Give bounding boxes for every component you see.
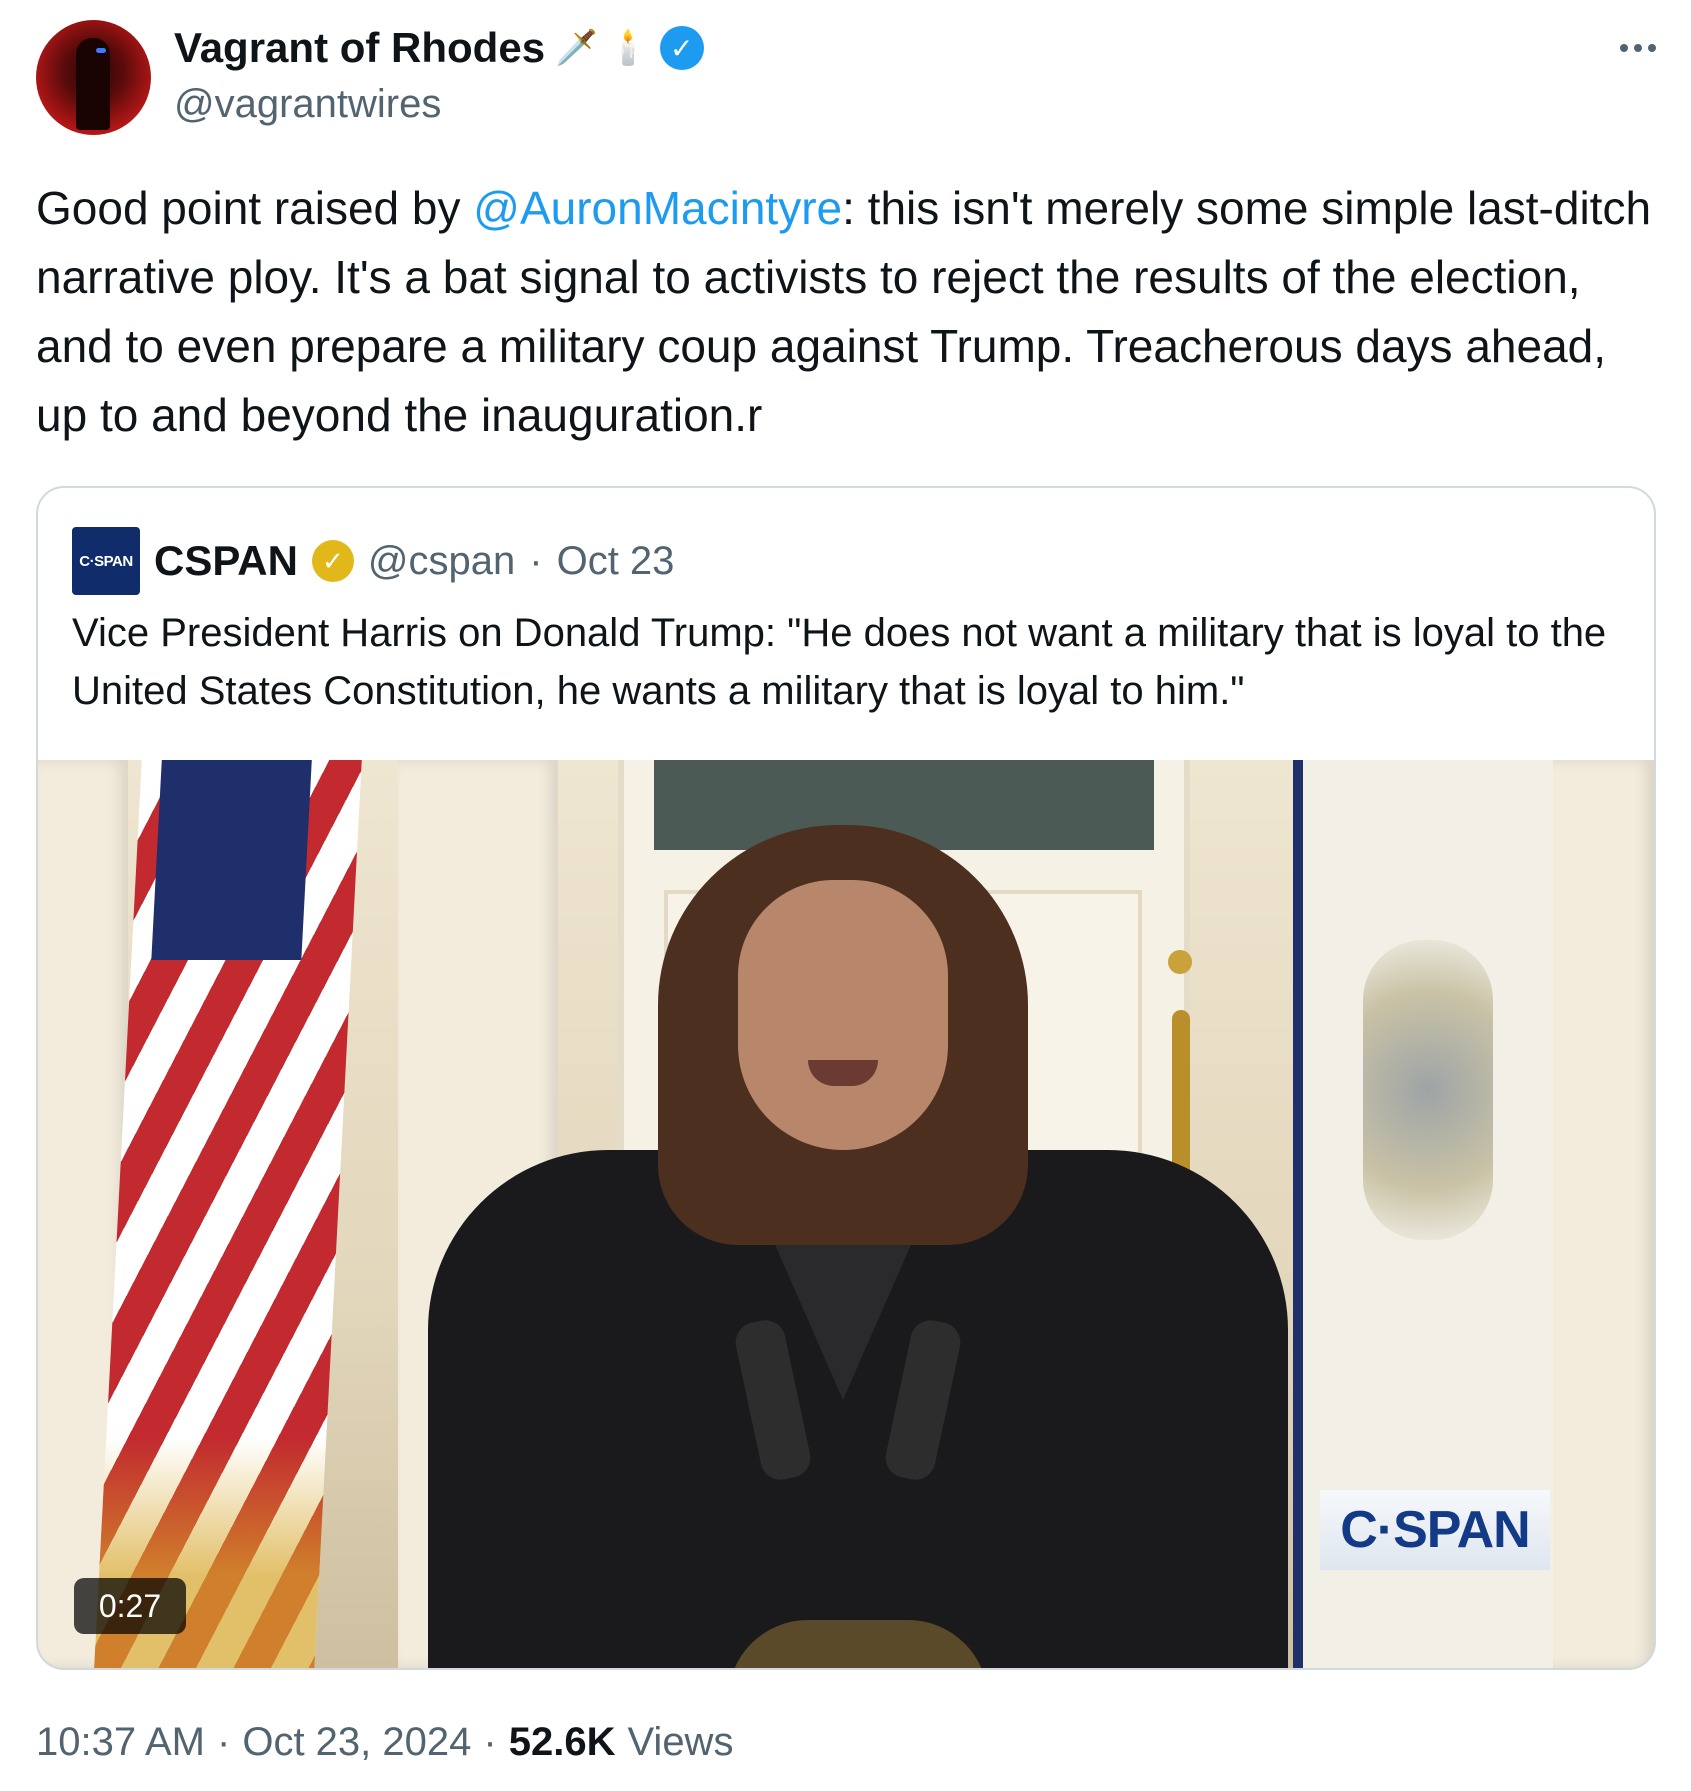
cspan-logo-avatar[interactable]: C·SPAN	[72, 527, 140, 595]
flag-canton	[151, 760, 312, 960]
quoted-tweet-text: Vice President Harris on Donald Trump: "…	[72, 611, 1607, 713]
quoted-tweet-header: C·SPAN CSPAN ✓ @cspan · Oct 23	[72, 526, 674, 596]
pillar	[1538, 760, 1654, 1668]
quoted-tweet[interactable]: C·SPAN CSPAN ✓ @cspan · Oct 23 Vice Pres…	[36, 486, 1656, 1670]
more-options-button[interactable]	[1608, 28, 1668, 68]
more-dots-icon	[1648, 44, 1656, 52]
more-dots-icon	[1634, 44, 1642, 52]
tweet-text: Good point raised by @AuronMacintyre: th…	[36, 174, 1656, 450]
tweet-date[interactable]: Oct 23, 2024	[242, 1720, 471, 1765]
more-dots-icon	[1620, 44, 1628, 52]
quoted-author-name[interactable]: CSPAN	[154, 537, 298, 585]
separator-dot: ·	[217, 1720, 231, 1764]
author-display-name[interactable]: Vagrant of Rhodes	[174, 24, 545, 72]
dagger-emoji: 🗡️	[555, 29, 598, 67]
author-avatar[interactable]	[36, 20, 151, 135]
separator-dot: ·	[483, 1720, 497, 1764]
video-duration-badge: 0:27	[74, 1578, 186, 1634]
door-knob	[1168, 950, 1192, 974]
tweet: Vagrant of Rhodes 🗡️ 🕯️ ✓ @vagrantwires …	[0, 0, 1691, 1791]
separator-dot: ·	[529, 538, 543, 583]
gold-verified-badge-icon: ✓	[311, 540, 354, 582]
tweet-time[interactable]: 10:37 AM	[36, 1720, 205, 1765]
tweet-text-before: Good point raised by	[36, 182, 474, 234]
candle-emoji: 🕯️	[607, 29, 650, 67]
quoted-tweet-date[interactable]: Oct 23	[557, 539, 675, 584]
cspan-watermark: C·SPAN	[1320, 1490, 1550, 1570]
tweet-footer: 10:37 AM · Oct 23, 2024 · 52.6K Views	[36, 1720, 733, 1765]
views-count[interactable]: 52.6K	[509, 1720, 616, 1765]
author-handle[interactable]: @vagrantwires	[174, 82, 441, 127]
video-player[interactable]: 0:27 C·SPAN	[38, 760, 1654, 1668]
verified-badge-icon[interactable]: ✓	[659, 26, 704, 70]
flag-seal	[1363, 940, 1493, 1240]
author-name-row: Vagrant of Rhodes 🗡️ 🕯️ ✓	[174, 22, 704, 74]
mention-link[interactable]: @AuronMacintyre	[473, 182, 842, 234]
speaker-face	[738, 880, 948, 1150]
quoted-author-handle[interactable]: @cspan	[368, 539, 515, 584]
views-label: Views	[627, 1720, 734, 1764]
avatar-eye	[96, 48, 106, 53]
